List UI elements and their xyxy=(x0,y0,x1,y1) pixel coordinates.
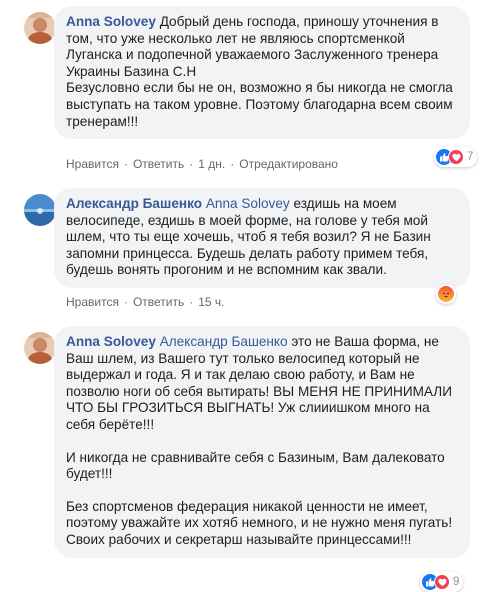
comment-author[interactable]: Александр Башенко xyxy=(66,196,202,211)
reactions-badge[interactable] xyxy=(436,284,456,304)
like-link[interactable]: Нравится xyxy=(66,157,119,171)
reaction-count: 9 xyxy=(453,576,460,588)
comment-text: И никогда не сравнивайте себя с Базиным,… xyxy=(66,449,445,482)
reactions-badge[interactable]: 9 xyxy=(420,572,464,592)
reaction-count: 7 xyxy=(467,151,474,163)
comment-text: Без спортсменов федерация никакой ценнос… xyxy=(66,498,453,547)
avatar-anna-solovey[interactable] xyxy=(24,12,56,44)
mention-link[interactable]: Александр Башенко xyxy=(160,334,288,349)
like-link[interactable]: Нравится xyxy=(66,295,119,309)
separator-dot: · xyxy=(123,157,128,171)
comment-text: Безусловно если бы не он, возможно я бы … xyxy=(66,80,453,129)
comment-bubble: Anna Solovey Александр Башенко это не Ва… xyxy=(54,326,470,558)
timestamp[interactable]: 15 ч. xyxy=(198,295,224,309)
angry-icon xyxy=(438,286,454,302)
love-icon xyxy=(434,574,450,590)
avatar-anna-solovey[interactable] xyxy=(24,332,56,364)
comment-author[interactable]: Anna Solovey xyxy=(66,14,156,29)
comment-actions: Нравится · Ответить · 15 ч. xyxy=(66,294,225,310)
timestamp[interactable]: 1 дн. xyxy=(198,157,225,171)
avatar-aleksandr-bashenko[interactable] xyxy=(24,194,56,226)
comment-bubble: Александр Башенко Anna Solovey ездишь на… xyxy=(54,188,470,288)
mention-link[interactable]: Anna Solovey xyxy=(206,196,290,211)
reply-link[interactable]: Ответить xyxy=(133,295,184,309)
separator-dot: · xyxy=(189,157,194,171)
comment-author[interactable]: Anna Solovey xyxy=(66,334,156,349)
comment-bubble: Anna Solovey Добрый день господа, принош… xyxy=(54,6,470,140)
love-icon xyxy=(448,149,464,165)
comment-actions: Нравится · Ответить · 1 дн. · Отредактировано xyxy=(66,156,338,172)
separator-dot: · xyxy=(123,295,128,309)
separator-dot: · xyxy=(189,295,194,309)
reactions-badge[interactable]: 7 xyxy=(434,147,478,167)
edited-label: Отредактировано xyxy=(239,157,338,171)
reply-link[interactable]: Ответить xyxy=(133,157,184,171)
separator-dot: · xyxy=(230,157,235,171)
